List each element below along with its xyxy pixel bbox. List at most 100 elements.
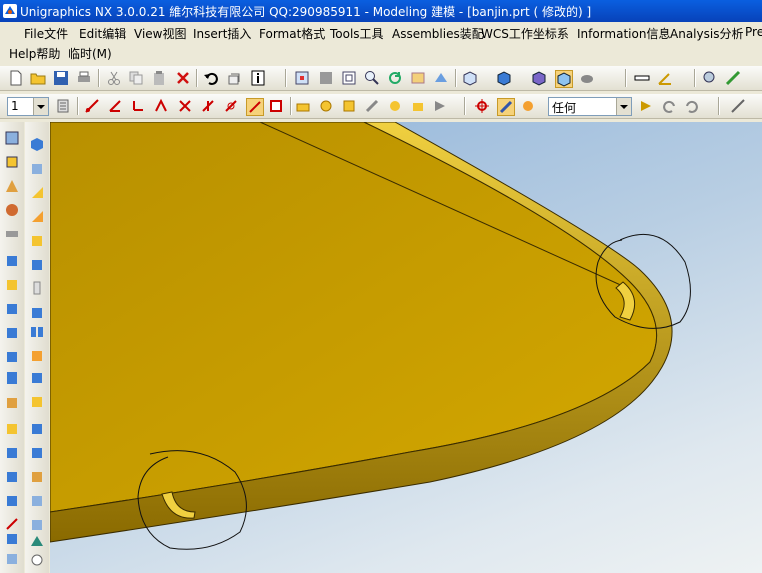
section-icon[interactable] <box>725 70 741 86</box>
extract-icon[interactable] <box>29 324 45 340</box>
body-icon[interactable] <box>318 98 334 114</box>
menu-wcs[interactable]: WCS工作坐标系 <box>481 25 569 42</box>
sew-icon[interactable] <box>29 280 45 296</box>
hollow-icon[interactable] <box>29 532 45 548</box>
thread-icon[interactable] <box>4 444 20 460</box>
wireframe-icon[interactable] <box>462 70 478 86</box>
open-folder-icon[interactable] <box>30 70 46 86</box>
sketch-axis-icon[interactable] <box>107 98 123 114</box>
copy-icon[interactable] <box>128 70 144 86</box>
undo-select-icon[interactable] <box>661 98 677 114</box>
face-blend-icon[interactable] <box>29 160 45 176</box>
tube-icon[interactable] <box>4 226 20 242</box>
redo-select-icon[interactable] <box>684 98 700 114</box>
fit-view-icon[interactable] <box>294 70 310 86</box>
menu-insert[interactable]: Insert插入 <box>193 25 251 42</box>
filter-select-icon[interactable] <box>497 98 515 116</box>
chamfer-icon[interactable] <box>4 550 20 566</box>
save-icon[interactable] <box>53 70 69 86</box>
menu-information[interactable]: Information信息 <box>577 25 670 42</box>
slot-icon[interactable] <box>4 394 20 410</box>
measure-angle-icon[interactable] <box>657 70 673 86</box>
cut-icon[interactable] <box>106 70 122 86</box>
paste-icon[interactable] <box>151 70 167 86</box>
menu-temp[interactable]: 临时(M) <box>68 45 112 62</box>
unite-icon[interactable] <box>29 468 45 484</box>
sphere-icon[interactable] <box>4 202 20 218</box>
analysis-icon[interactable] <box>702 70 718 86</box>
layer-settings-icon[interactable] <box>55 98 71 114</box>
instance-icon[interactable] <box>4 468 20 484</box>
trim-body-icon[interactable] <box>29 552 45 568</box>
flange-icon[interactable] <box>29 370 45 386</box>
render-icon[interactable] <box>579 70 595 86</box>
edge-blend-icon[interactable] <box>29 136 45 152</box>
measure-distance-icon[interactable] <box>634 70 650 86</box>
feature-icon[interactable] <box>295 98 311 114</box>
shell-icon[interactable] <box>29 184 45 200</box>
zoom-icon[interactable] <box>364 70 380 86</box>
patch-icon[interactable] <box>29 304 45 320</box>
scale-icon[interactable] <box>29 232 45 248</box>
plane-icon[interactable] <box>177 98 193 114</box>
intersect-icon[interactable] <box>29 516 45 532</box>
work-layer-dropdown-icon[interactable] <box>33 98 48 115</box>
selection-filter-dropdown-icon[interactable] <box>616 98 631 115</box>
undo-icon[interactable] <box>203 70 219 86</box>
zoom-window-icon[interactable] <box>341 70 357 86</box>
menu-help[interactable]: Help帮助 <box>9 45 60 62</box>
center-icon[interactable] <box>387 98 403 114</box>
menu-tools[interactable]: Tools工具 <box>330 25 384 42</box>
emboss-icon[interactable] <box>29 420 45 436</box>
menu-view[interactable]: View视图 <box>134 25 186 42</box>
rotate-icon[interactable] <box>387 70 403 86</box>
menu-assemblies[interactable]: Assemblies装配 <box>392 25 484 42</box>
select-face-icon[interactable] <box>268 98 284 114</box>
graphics-viewport[interactable] <box>50 122 762 573</box>
information-icon[interactable] <box>250 70 266 86</box>
menu-analysis[interactable]: Analysis分析 <box>670 25 743 42</box>
sheet-metal-icon[interactable] <box>29 394 45 410</box>
component-icon[interactable] <box>341 98 357 114</box>
sketch-line-icon[interactable] <box>84 98 100 114</box>
pad-icon[interactable] <box>4 370 20 386</box>
pocket-icon[interactable] <box>4 348 20 364</box>
menu-format[interactable]: Format格式 <box>259 25 325 42</box>
work-layer-combo[interactable]: 1 <box>7 97 49 116</box>
new-file-icon[interactable] <box>8 70 24 86</box>
shaded-view-icon[interactable] <box>318 70 334 86</box>
trim-icon[interactable] <box>4 492 20 508</box>
line-icon[interactable] <box>730 98 746 114</box>
menu-file[interactable]: File文件 <box>24 25 68 42</box>
offset-icon[interactable] <box>4 530 20 546</box>
flat-pattern-icon[interactable] <box>29 444 45 460</box>
sheet-face[interactable] <box>50 122 658 513</box>
menu-edit[interactable]: Edit编辑 <box>79 25 126 42</box>
select-body-icon[interactable] <box>410 98 426 114</box>
extrude-icon[interactable] <box>4 252 20 268</box>
shaded-cube-icon[interactable] <box>555 70 573 88</box>
selection-filter-combo[interactable]: 任何 <box>548 97 632 116</box>
groove-icon[interactable] <box>4 420 20 436</box>
block-icon[interactable] <box>4 130 20 146</box>
print-icon[interactable] <box>76 70 92 86</box>
crosshair-icon[interactable] <box>474 98 490 114</box>
iso-view-icon[interactable] <box>496 70 512 86</box>
select-all-icon[interactable] <box>520 98 536 114</box>
delete-icon[interactable] <box>175 70 191 86</box>
point-icon[interactable] <box>153 98 169 114</box>
select-arrow-plus-icon[interactable] <box>638 98 654 114</box>
bend-icon[interactable] <box>29 348 45 364</box>
coordinate-icon[interactable] <box>130 98 146 114</box>
view-orient-icon[interactable] <box>433 70 449 86</box>
revolve-icon[interactable] <box>4 276 20 292</box>
csys-icon[interactable] <box>223 98 239 114</box>
cone-icon[interactable] <box>4 178 20 194</box>
pan-icon[interactable] <box>410 70 426 86</box>
select-arrow-icon[interactable] <box>432 98 448 114</box>
boss-icon[interactable] <box>4 324 20 340</box>
select-edge-icon[interactable] <box>246 98 264 116</box>
hole-icon[interactable] <box>4 300 20 316</box>
menu-preferences[interactable]: Pre <box>745 25 762 39</box>
mirror-icon[interactable] <box>29 256 45 272</box>
